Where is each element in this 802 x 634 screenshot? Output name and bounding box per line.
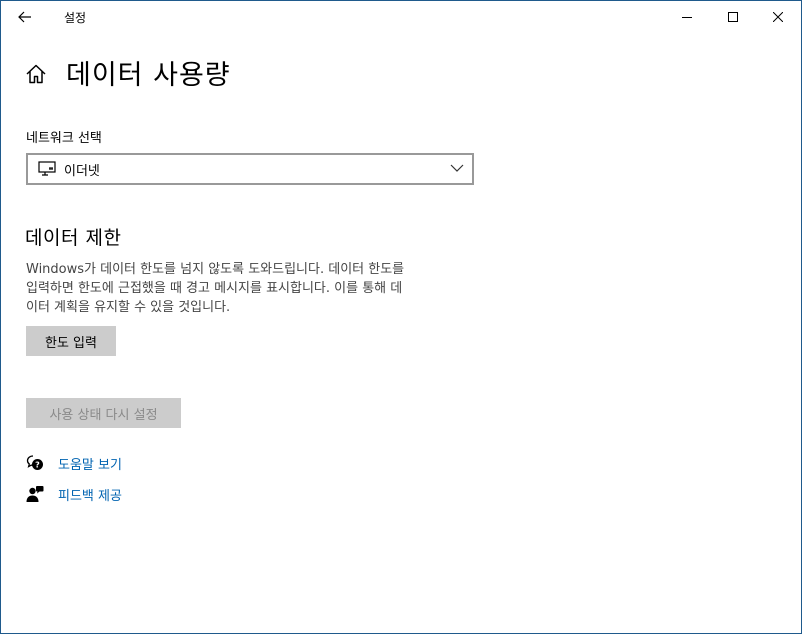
get-help-link[interactable]: ? 도움말 보기 xyxy=(26,452,122,474)
window-title: 설정 xyxy=(64,11,87,25)
network-selected-value: 이더넷 xyxy=(64,164,100,179)
title-bar: 설정 xyxy=(1,1,801,33)
ethernet-icon xyxy=(38,161,56,176)
get-help-label[interactable]: 도움말 보기 xyxy=(58,454,122,473)
enter-limit-button[interactable]: 한도 입력 xyxy=(26,326,116,356)
chevron-down-icon xyxy=(450,164,464,172)
maximize-icon xyxy=(728,12,738,22)
network-select-label: 네트워크 선택 xyxy=(26,131,102,146)
settings-window: 설정 데이터 사용량 네트워크 선택 이더넷 데이터 제한 Windows가 데… xyxy=(0,0,802,634)
data-limit-heading: 데이터 제한 xyxy=(25,227,122,249)
close-button[interactable] xyxy=(755,1,801,33)
description-line: 이터 계획을 유지할 수 있을 것입니다. xyxy=(26,300,231,315)
data-limit-description: Windows가 데이터 한도를 넘지 않도록 도와드립니다. 데이터 한도를 … xyxy=(26,260,476,317)
description-line: 입력하면 한도에 근접했을 때 경고 메시지를 표시합니다. 이를 통해 데 xyxy=(26,281,403,296)
feedback-person-icon xyxy=(26,486,44,502)
svg-text:?: ? xyxy=(35,461,40,470)
network-select-dropdown[interactable]: 이더넷 xyxy=(26,153,474,185)
back-arrow-icon xyxy=(18,11,31,23)
give-feedback-label[interactable]: 피드백 제공 xyxy=(58,485,122,504)
minimize-icon xyxy=(682,17,692,18)
help-chat-icon: ? xyxy=(26,455,43,470)
description-line: Windows가 데이터 한도를 넘지 않도록 도와드립니다. 데이터 한도를 xyxy=(26,262,405,277)
give-feedback-link[interactable]: 피드백 제공 xyxy=(26,483,122,505)
back-button[interactable] xyxy=(9,5,41,29)
reset-usage-button: 사용 상태 다시 설정 xyxy=(26,398,181,428)
home-icon[interactable] xyxy=(25,63,47,85)
minimize-button[interactable] xyxy=(664,1,710,33)
page-title: 데이터 사용량 xyxy=(66,60,231,91)
maximize-button[interactable] xyxy=(710,1,756,33)
close-icon xyxy=(773,12,783,22)
